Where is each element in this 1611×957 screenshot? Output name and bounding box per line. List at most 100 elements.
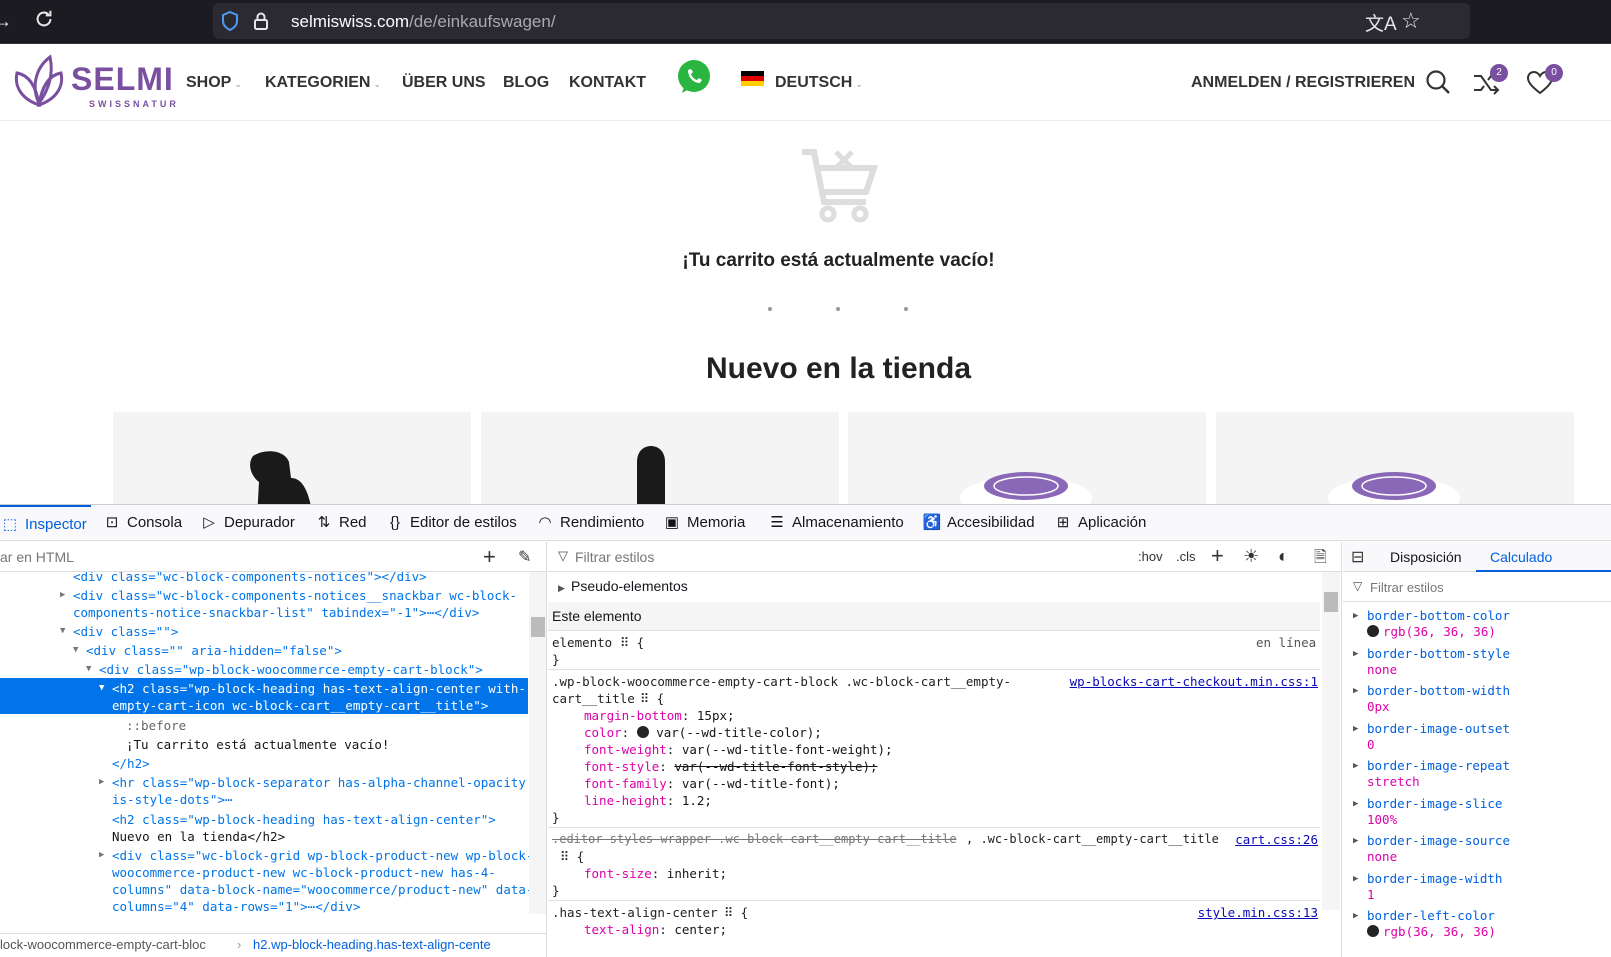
product-card[interactable] bbox=[1216, 412, 1574, 518]
expand-triangle-icon[interactable]: ▶ bbox=[99, 847, 104, 864]
nav-ueber-uns[interactable]: ÜBER UNS bbox=[402, 74, 486, 92]
cls-toggle[interactable]: .cls bbox=[1176, 549, 1196, 564]
add-rule-icon[interactable]: + bbox=[1211, 543, 1224, 569]
rule-selector[interactable]: .wp-block-woocommerce-empty-cart-block .… bbox=[552, 673, 1011, 690]
declaration[interactable]: font-style: var(--wd-title-font-style); bbox=[584, 758, 878, 775]
declaration[interactable]: font-family: var(--wd-title-font); bbox=[584, 775, 840, 792]
expand-triangle-icon[interactable]: ▶ bbox=[1353, 871, 1358, 887]
nav-blog[interactable]: BLOG bbox=[503, 74, 549, 92]
expand-triangle-icon[interactable]: ▶ bbox=[1353, 833, 1358, 849]
tab-memoria[interactable]: ▣ Memoria bbox=[662, 505, 745, 541]
reload-icon[interactable] bbox=[31, 8, 57, 34]
breadcrumb-item-selected[interactable]: h2.wp-block-heading.has-text-align-cente bbox=[253, 934, 491, 956]
rule-selector[interactable]: cart__title bbox=[552, 690, 635, 707]
html-search-input[interactable]: ar en HTML bbox=[0, 549, 74, 565]
lock-icon[interactable] bbox=[253, 11, 269, 36]
rule-selector[interactable]: .has-text-align-center bbox=[552, 904, 718, 921]
filter-styles-input[interactable]: Filtrar estilos bbox=[575, 549, 654, 565]
selected-markup-line[interactable]: empty-cart-icon wc-block-cart__empty-car… bbox=[112, 697, 530, 714]
source-link[interactable]: wp-blocks-cart-checkout.min.css:1 bbox=[1070, 673, 1318, 690]
collapse-triangle-icon[interactable]: ▼ bbox=[86, 661, 91, 678]
search-icon[interactable] bbox=[1425, 69, 1451, 100]
source-link[interactable]: style.min.css:13 bbox=[1198, 904, 1318, 921]
url-text[interactable]: selmiswiss.com/de/einkaufswagen/ bbox=[291, 12, 556, 32]
declaration[interactable]: color: var(--wd-title-color); bbox=[584, 724, 822, 741]
markup-line[interactable]: <div class=""> bbox=[73, 623, 530, 640]
tab-disposicion[interactable]: Disposición bbox=[1390, 549, 1462, 565]
tab-editor-estilos[interactable]: {} Editor de estilos bbox=[385, 505, 517, 541]
print-media-icon[interactable]: 🗎 bbox=[1314, 546, 1327, 573]
whatsapp-icon[interactable] bbox=[674, 57, 714, 102]
eyedropper-icon[interactable]: ✎ bbox=[518, 547, 531, 567]
rule-selector[interactable]: , .wc-block-cart__empty-cart__title bbox=[966, 831, 1219, 848]
expand-triangle-icon[interactable]: ▶ bbox=[1353, 796, 1358, 812]
forward-icon[interactable]: → bbox=[0, 8, 16, 34]
tab-rendimiento[interactable]: ◠ Rendimiento bbox=[535, 505, 644, 541]
markup-line[interactable]: <div class="wp-block-woocommerce-empty-c… bbox=[99, 661, 530, 678]
markup-line[interactable]: columns="4" data-rows="1">⋯</div> bbox=[112, 898, 530, 915]
markup-line[interactable]: <div class="wc-block-components-notices_… bbox=[73, 587, 530, 604]
scrollbar-thumb[interactable] bbox=[1324, 592, 1338, 612]
markup-line[interactable]: <div class="wc-block-grid wp-block-produ… bbox=[112, 847, 530, 864]
login-register-link[interactable]: ANMELDEN / REGISTRIEREN bbox=[1191, 74, 1415, 92]
product-card[interactable] bbox=[848, 412, 1206, 518]
markup-tree[interactable]: <div class="wc-block-components-notices"… bbox=[0, 572, 530, 930]
url-bar[interactable]: selmiswiss.com/de/einkaufswagen/ 文A ☆ bbox=[213, 3, 1470, 39]
markup-line[interactable]: components-notice-snackbar-list" tabinde… bbox=[73, 604, 530, 621]
light-mode-icon[interactable]: ☀ bbox=[1243, 546, 1259, 567]
markup-line[interactable]: <h2 class="wp-block-heading has-text-ali… bbox=[112, 811, 530, 828]
breadcrumb-item[interactable]: lock-woocommerce-empty-cart-bloc bbox=[0, 934, 206, 956]
markup-line[interactable]: Nuevo en la tienda</h2> bbox=[112, 828, 530, 845]
tab-accesibilidad[interactable]: ♿ Accesibilidad bbox=[922, 505, 1035, 541]
markup-line[interactable]: <div class="" aria-hidden="false"> bbox=[86, 642, 530, 659]
rule-selector[interactable]: elemento bbox=[552, 634, 612, 651]
markup-line[interactable]: is-style-dots">⋯ bbox=[112, 791, 530, 808]
add-node-icon[interactable]: + bbox=[483, 544, 496, 570]
declaration[interactable]: text-align: center; bbox=[584, 921, 727, 938]
markup-line[interactable]: <hr class="wp-block-separator has-alpha-… bbox=[112, 774, 530, 791]
tab-almacenamiento[interactable]: ☰ Almacenamiento bbox=[767, 505, 903, 541]
expand-triangle-icon[interactable]: ▶ bbox=[558, 580, 565, 597]
declaration[interactable]: font-weight: var(--wd-title-font-weight)… bbox=[584, 741, 893, 758]
toggle-sidebar-icon[interactable]: ⊟ bbox=[1351, 547, 1364, 567]
expand-triangle-icon[interactable]: ▶ bbox=[60, 587, 65, 604]
expand-triangle-icon[interactable]: ▶ bbox=[1353, 758, 1358, 774]
nav-kategorien[interactable]: KATEGORIEN ⌄ bbox=[265, 74, 381, 92]
declaration[interactable]: font-size: inherit; bbox=[584, 865, 727, 882]
product-card[interactable] bbox=[113, 412, 471, 518]
markup-line[interactable]: </h2> bbox=[112, 755, 530, 772]
hov-toggle[interactable]: :hov bbox=[1138, 549, 1163, 564]
tab-inspector[interactable]: ⬚ Inspector bbox=[0, 505, 91, 541]
nav-kontakt[interactable]: KONTAKT bbox=[569, 74, 646, 92]
color-swatch[interactable] bbox=[636, 726, 649, 738]
markup-line[interactable]: columns" data-block-name="woocommerce/pr… bbox=[112, 881, 530, 898]
collapse-triangle-icon[interactable]: ▼ bbox=[73, 642, 78, 659]
computed-filter-input[interactable]: Filtrar estilos bbox=[1370, 580, 1444, 595]
tab-aplicacion[interactable]: ⊞ Aplicación bbox=[1053, 505, 1147, 541]
pseudo-elements-header[interactable]: Pseudo-elementos bbox=[571, 578, 688, 595]
markup-line[interactable]: ::before bbox=[126, 717, 530, 734]
tab-depurador[interactable]: ▷ Depurador bbox=[199, 505, 295, 541]
markup-line[interactable]: ¡Tu carrito está actualmente vacío! bbox=[126, 736, 530, 753]
bookmark-star-icon[interactable]: ☆ bbox=[1401, 8, 1421, 34]
expand-triangle-icon[interactable]: ▶ bbox=[99, 774, 104, 791]
declaration[interactable]: margin-bottom: 15px; bbox=[584, 707, 735, 724]
expand-triangle-icon[interactable]: ▶ bbox=[1353, 608, 1358, 624]
source-link[interactable]: cart.css:26 bbox=[1235, 831, 1318, 848]
tab-consola[interactable]: ⊡ Consola bbox=[102, 505, 182, 541]
product-card[interactable] bbox=[481, 412, 839, 518]
collapse-triangle-icon[interactable]: ▼ bbox=[60, 623, 65, 640]
collapse-triangle-icon[interactable]: ▼ bbox=[99, 680, 104, 697]
expand-triangle-icon[interactable]: ▶ bbox=[1353, 908, 1358, 924]
html-scrollbar[interactable] bbox=[529, 572, 546, 914]
nav-shop[interactable]: SHOP ⌄ bbox=[186, 74, 242, 92]
translate-icon[interactable]: 文A bbox=[1365, 9, 1397, 36]
tab-red[interactable]: ⇅ Red bbox=[314, 505, 367, 541]
markup-line[interactable]: woocommerce-product-new wc-block-product… bbox=[112, 864, 530, 881]
expand-triangle-icon[interactable]: ▶ bbox=[1353, 721, 1358, 737]
selected-markup-line[interactable]: <h2 class="wp-block-heading has-text-ali… bbox=[112, 680, 530, 697]
rule-selector-overridden[interactable]: .editor-styles-wrapper .wc-block-cart__e… bbox=[552, 831, 957, 848]
declaration[interactable]: line-height: 1.2; bbox=[584, 792, 712, 809]
dark-mode-icon[interactable]: ◐ bbox=[1278, 546, 1289, 567]
expand-triangle-icon[interactable]: ▶ bbox=[1353, 646, 1358, 662]
